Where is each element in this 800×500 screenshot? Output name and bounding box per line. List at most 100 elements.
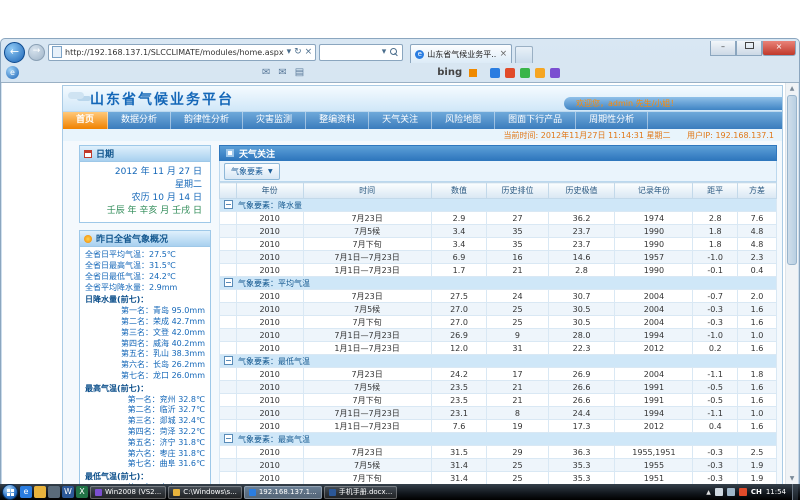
search-icon[interactable]	[390, 48, 398, 56]
table-row[interactable]: 20101月1日—7月23日7.61917.320120.41.6	[220, 420, 777, 433]
element-filter-button[interactable]: 气象要素 ▼	[224, 163, 280, 180]
clock[interactable]: 11:54	[766, 488, 786, 496]
plugin-icon[interactable]	[505, 68, 515, 78]
table-row[interactable]: 20107月下旬23.52126.61991-0.51.6	[220, 394, 777, 407]
table-row[interactable]: 20107月23日2.92736.219742.87.6	[220, 212, 777, 225]
plugin-icon[interactable]	[520, 68, 530, 78]
table-row[interactable]: 20101月1日—7月23日12.03122.320120.21.6	[220, 342, 777, 355]
back-button[interactable]: ←	[4, 42, 25, 63]
rank-list-item: 第二名：荣成 42.7mm	[85, 317, 205, 328]
start-button[interactable]	[2, 484, 18, 500]
column-header[interactable]: 距平	[693, 183, 738, 199]
forward-button[interactable]: →	[28, 44, 45, 61]
mail-icon[interactable]: ✉	[262, 68, 270, 78]
ie-logo-icon[interactable]: e	[6, 66, 19, 79]
table-row[interactable]: 20107月23日27.52430.72004-0.72.0	[220, 290, 777, 303]
scroll-down-icon[interactable]: ▼	[786, 473, 798, 484]
new-tab-button[interactable]	[515, 46, 533, 63]
collapse-icon[interactable]	[224, 200, 233, 209]
table-row[interactable]: 20107月23日24.21726.92004-1.11.8	[220, 368, 777, 381]
plugin-icon[interactable]	[490, 68, 500, 78]
table-row[interactable]: 20107月下旬3.43523.719901.84.8	[220, 238, 777, 251]
column-header[interactable]: 年份	[236, 183, 303, 199]
language-indicator[interactable]: CH	[751, 488, 762, 496]
table-section-row[interactable]: 气象要素：平均气温	[220, 277, 777, 290]
table-section-row[interactable]: 气象要素：最高气温	[220, 433, 777, 446]
column-header[interactable]: 记录年份	[615, 183, 693, 199]
table-row[interactable]: 20107月下旬31.42535.31951-0.31.9	[220, 472, 777, 485]
column-header[interactable]: 数值	[431, 183, 487, 199]
search-dropdown-icon[interactable]: ▾	[382, 48, 387, 57]
nav-item-周期性分析[interactable]: 周期性分析	[576, 112, 648, 129]
table-cell: 35	[487, 238, 548, 251]
tab-close-icon[interactable]: ×	[500, 49, 508, 59]
close-button[interactable]: ×	[762, 41, 796, 56]
stop-icon[interactable]: ×	[305, 48, 313, 57]
table-cell: 1990	[615, 238, 693, 251]
document-icon[interactable]: ▤	[295, 68, 304, 78]
plugin-icon[interactable]	[550, 68, 560, 78]
maximize-button[interactable]	[736, 41, 762, 56]
taskbar-window-button[interactable]: 手机手册.docx...	[324, 486, 398, 499]
table-row[interactable]: 20107月5候23.52126.61991-0.51.6	[220, 381, 777, 394]
quicklaunch-media-icon[interactable]	[48, 486, 60, 498]
notification-icon[interactable]	[739, 488, 747, 496]
table-row[interactable]: 20107月1日—7月23日23.1824.41994-1.11.0	[220, 407, 777, 420]
date-box-header: 日期	[80, 146, 210, 162]
taskbar-window-button[interactable]: Win2008 (VS2...	[90, 486, 166, 499]
nav-item-数据分析[interactable]: 数据分析	[108, 112, 171, 129]
table-section-row[interactable]: 气象要素：最低气温	[220, 355, 777, 368]
table-row[interactable]: 20107月1日—7月23日26.9928.01994-1.01.0	[220, 329, 777, 342]
table-row[interactable]: 20107月下旬27.02530.52004-0.31.6	[220, 316, 777, 329]
collapse-icon[interactable]	[224, 356, 233, 365]
nav-item-首页[interactable]: 首页	[63, 112, 108, 129]
nav-item-整编资料[interactable]: 整编资料	[306, 112, 369, 129]
show-desktop-button[interactable]	[792, 484, 798, 500]
tab-title[interactable]: 山东省气候业务平...	[427, 49, 496, 60]
bing-button-icon[interactable]	[469, 69, 477, 77]
table-row[interactable]: 20101月1日—7月23日1.7212.81990-0.10.4	[220, 264, 777, 277]
quicklaunch-excel-icon[interactable]: X	[76, 486, 88, 498]
nav-item-灾害监测[interactable]: 灾害监测	[243, 112, 306, 129]
nav-item-韵律性分析[interactable]: 韵律性分析	[171, 112, 243, 129]
browser-tab[interactable]: e 山东省气候业务平... ×	[410, 44, 512, 63]
table-row[interactable]: 20107月5候3.43523.719901.84.8	[220, 225, 777, 238]
scrollbar-thumb[interactable]	[787, 95, 797, 265]
nav-item-图面下行产品[interactable]: 图面下行产品	[495, 112, 576, 129]
refresh-icon[interactable]: ↻	[294, 48, 302, 57]
quicklaunch-ie-icon[interactable]: e	[20, 486, 32, 498]
volume-icon[interactable]	[727, 488, 735, 496]
nav-item-天气关注[interactable]: 天气关注	[369, 112, 432, 129]
plugin-icon[interactable]	[535, 68, 545, 78]
collapse-icon[interactable]	[224, 278, 233, 287]
quicklaunch-word-icon[interactable]: W	[62, 486, 74, 498]
taskbar-window-button[interactable]: C:\Windows\s...	[168, 486, 242, 499]
quicklaunch-explorer-icon[interactable]	[34, 486, 46, 498]
table-cell: 0.4	[737, 264, 776, 277]
tray-expand-icon[interactable]: ▲	[706, 489, 711, 496]
bing-logo[interactable]: bing	[437, 67, 462, 78]
column-header[interactable]: 方差	[737, 183, 776, 199]
address-bar[interactable]: http://192.168.137.1/SLCCLIMATE/modules/…	[48, 44, 316, 61]
url-text[interactable]: http://192.168.137.1/SLCCLIMATE/modules/…	[65, 48, 284, 57]
vertical-scrollbar[interactable]: ▲ ▼	[785, 83, 798, 484]
table-section-row[interactable]: 气象要素：降水量	[220, 199, 777, 212]
collapse-icon[interactable]	[224, 434, 233, 443]
network-icon[interactable]	[715, 488, 723, 496]
mail-icon[interactable]: ✉	[278, 68, 286, 78]
compat-view-icon[interactable]: ▾	[287, 48, 292, 57]
panel-header: 天气关注	[219, 145, 777, 161]
nav-item-风险地图[interactable]: 风险地图	[432, 112, 495, 129]
search-input[interactable]: ▾	[319, 44, 403, 61]
table-row[interactable]: 20107月23日31.52936.31955,1951-0.32.5	[220, 446, 777, 459]
minimize-button[interactable]: –	[710, 41, 736, 56]
table-row[interactable]: 20107月5候31.42535.31955-0.31.9	[220, 459, 777, 472]
table-row[interactable]: 20107月5候27.02530.52004-0.31.6	[220, 303, 777, 316]
column-header[interactable]: 历史极值	[548, 183, 615, 199]
rank-list-title: 最低气温(前七)：	[85, 472, 205, 483]
scroll-up-icon[interactable]: ▲	[786, 83, 798, 94]
taskbar-window-button[interactable]: 192.168.137.1...	[244, 486, 322, 499]
column-header[interactable]: 历史排位	[487, 183, 548, 199]
table-row[interactable]: 20107月1日—7月23日6.91614.61957-1.02.3	[220, 251, 777, 264]
column-header[interactable]: 时间	[303, 183, 431, 199]
